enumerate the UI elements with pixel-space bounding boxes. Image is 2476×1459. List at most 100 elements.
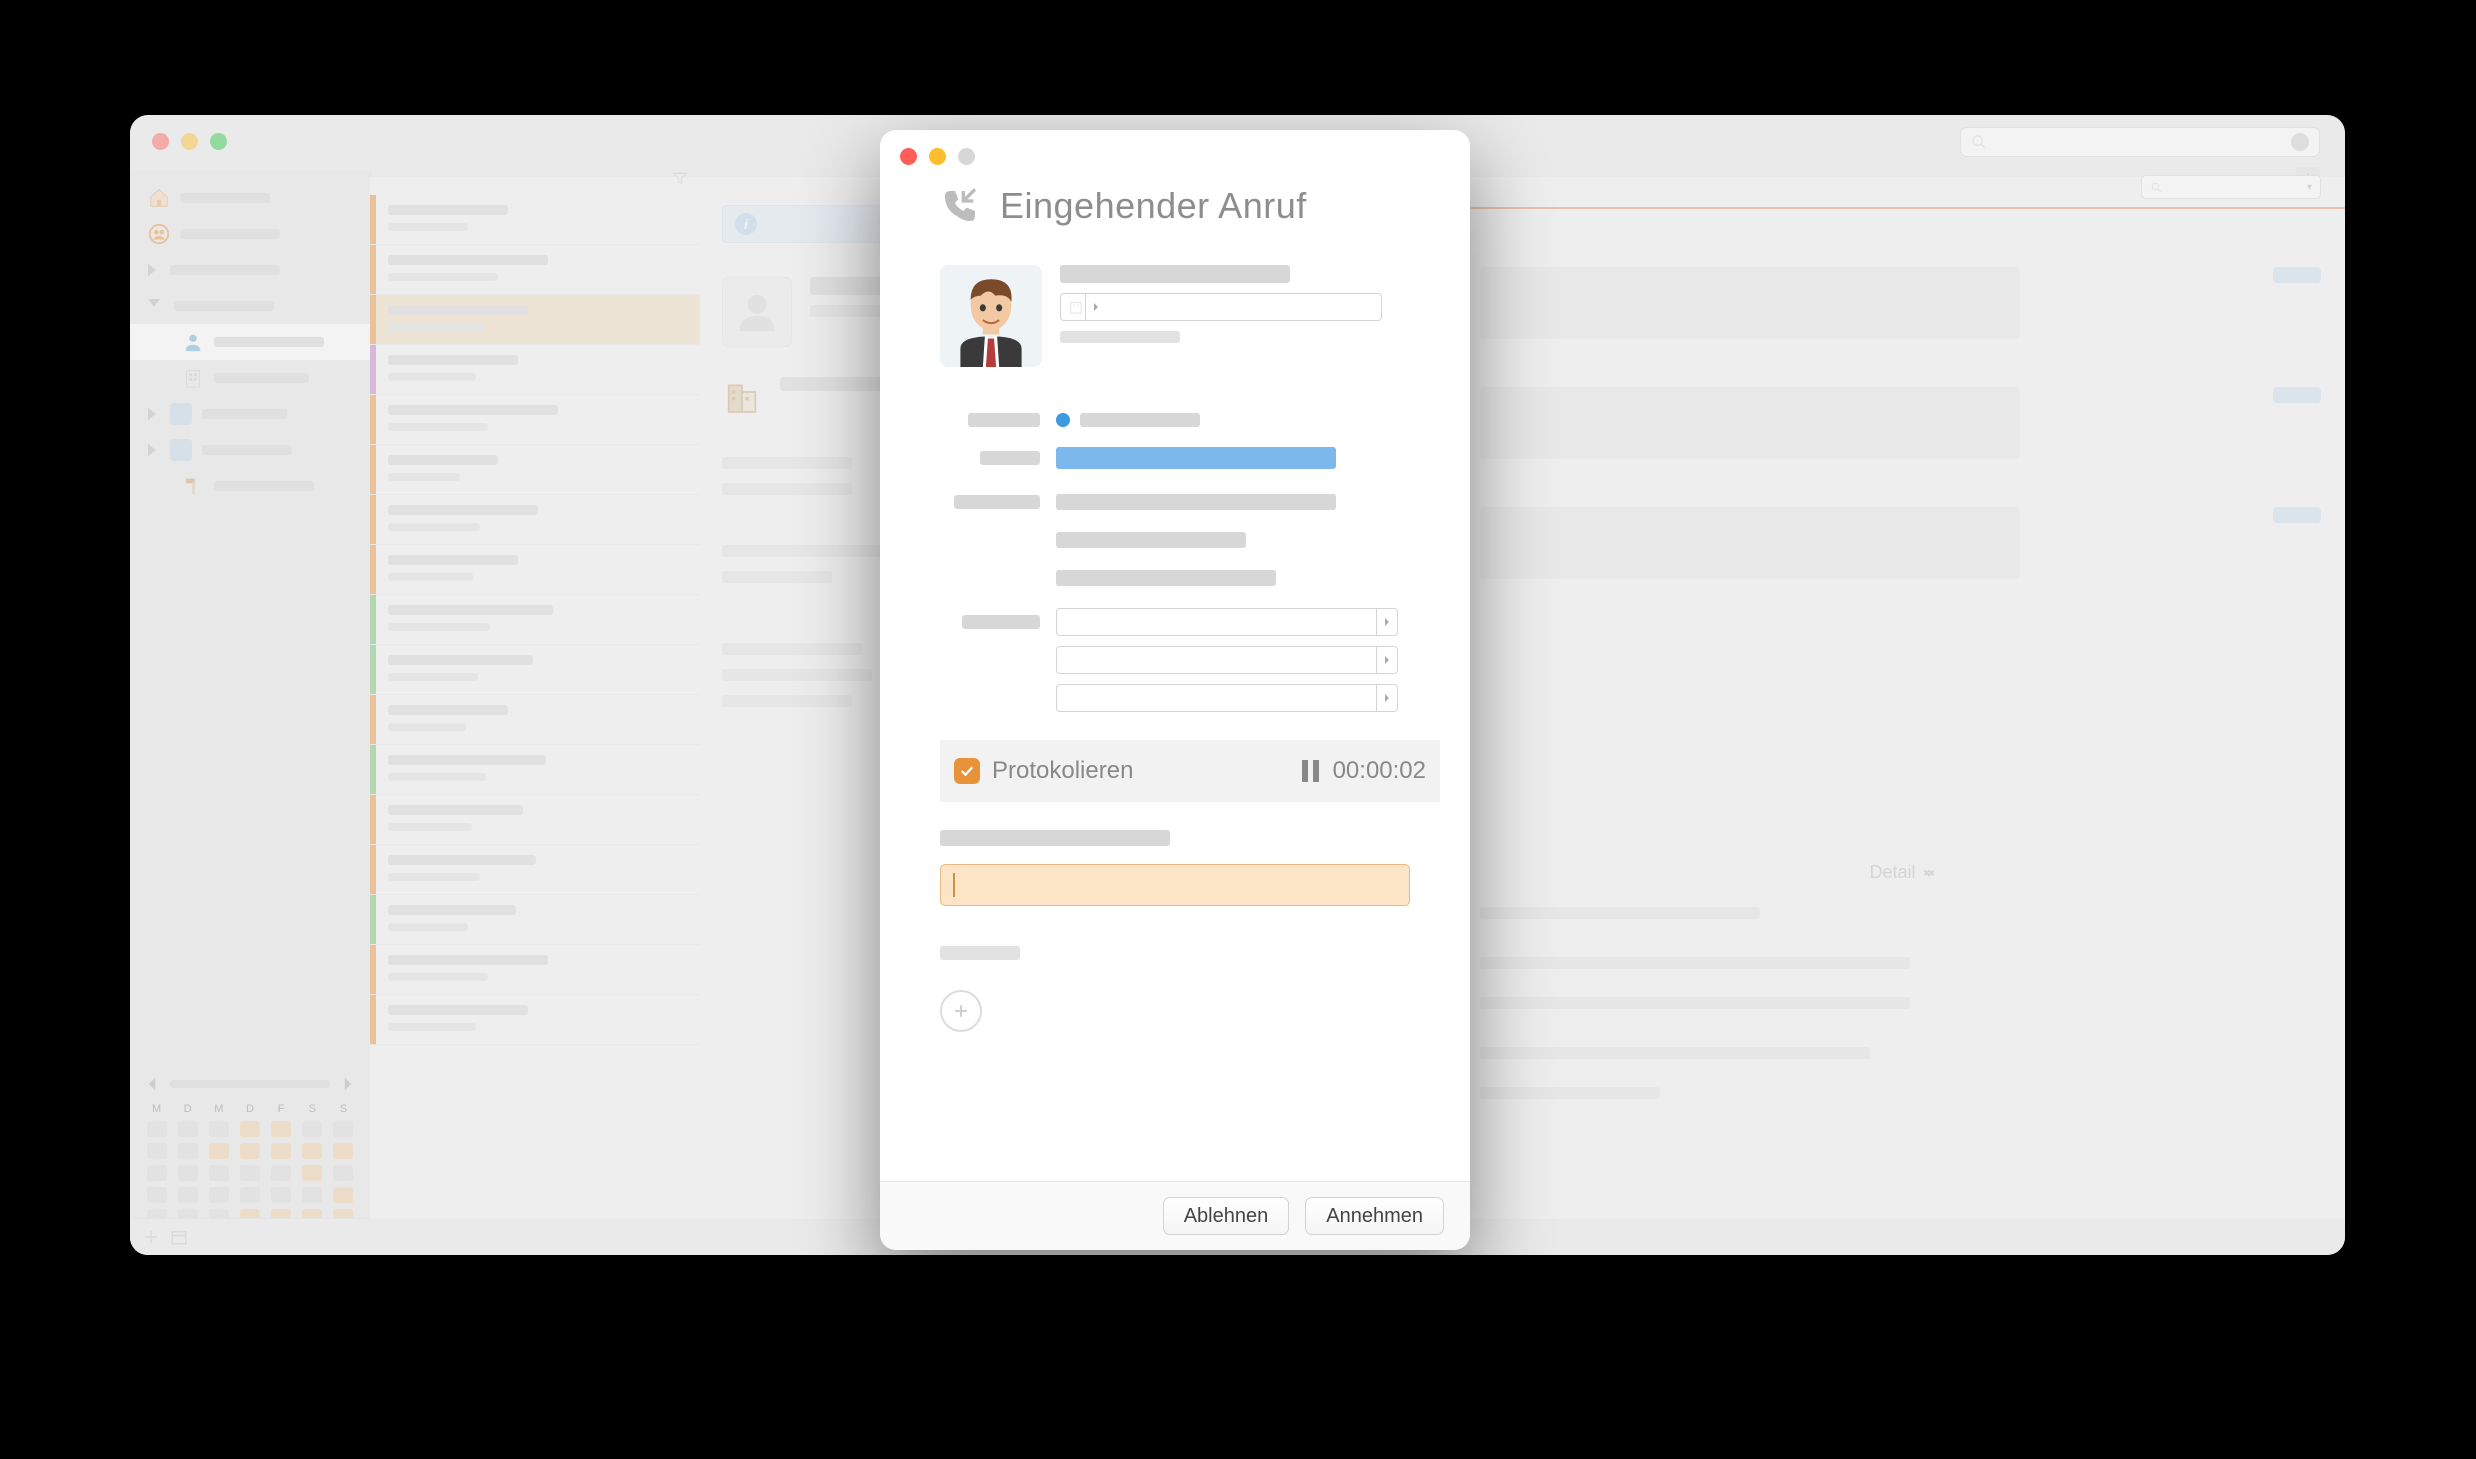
cal-day[interactable]	[333, 1121, 353, 1137]
cal-day[interactable]	[178, 1143, 198, 1159]
nav-group-collapsed[interactable]	[130, 252, 370, 288]
panel-tag	[2273, 507, 2321, 523]
cal-day[interactable]	[302, 1121, 322, 1137]
go-button[interactable]	[1376, 685, 1397, 711]
pause-icon[interactable]	[1302, 760, 1319, 782]
list-item[interactable]	[370, 845, 700, 895]
list-item[interactable]	[370, 245, 700, 295]
list-item[interactable]	[370, 445, 700, 495]
building-icon	[182, 367, 204, 389]
home-icon	[148, 187, 170, 209]
go-button[interactable]	[1085, 294, 1106, 320]
cal-day[interactable]	[240, 1165, 260, 1181]
caller-lookup-field[interactable]	[1060, 293, 1382, 321]
related-field[interactable]	[1056, 684, 1398, 712]
calendar-view-button[interactable]	[170, 1228, 188, 1246]
list-item[interactable]	[370, 395, 700, 445]
note-input[interactable]	[940, 864, 1410, 906]
list-item[interactable]	[370, 495, 700, 545]
protocol-checkbox[interactable]	[954, 758, 980, 784]
cal-day[interactable]	[333, 1143, 353, 1159]
cal-day[interactable]	[209, 1165, 229, 1181]
related-field[interactable]	[1056, 646, 1398, 674]
cal-day[interactable]	[240, 1143, 260, 1159]
go-button[interactable]	[1376, 647, 1397, 673]
close-icon[interactable]	[900, 148, 917, 165]
company-icon	[722, 377, 762, 417]
nav-group-collapsed-2[interactable]	[130, 396, 370, 432]
cal-day[interactable]	[240, 1121, 260, 1137]
panel-block[interactable]	[1480, 507, 2020, 579]
filter-icon[interactable]	[672, 170, 688, 194]
chevron-down-icon: ▾	[2307, 182, 2312, 193]
go-button[interactable]	[1376, 609, 1397, 635]
nav-tools[interactable]	[130, 468, 370, 504]
cal-day[interactable]	[209, 1121, 229, 1137]
cal-dow-header: M D M D F S S	[144, 1103, 356, 1115]
cal-day[interactable]	[271, 1165, 291, 1181]
cal-day[interactable]	[271, 1143, 291, 1159]
nav-people[interactable]	[130, 324, 370, 360]
phone-number-highlight[interactable]	[1056, 447, 1336, 469]
list-item[interactable]	[370, 695, 700, 745]
cal-day[interactable]	[302, 1165, 322, 1181]
panel-tag	[2273, 267, 2321, 283]
cal-month-label	[170, 1080, 330, 1088]
cal-day[interactable]	[209, 1187, 229, 1203]
cal-day[interactable]	[302, 1143, 322, 1159]
list-item[interactable]	[370, 195, 700, 245]
cal-next-button[interactable]	[340, 1076, 356, 1092]
detail-value	[1056, 494, 1336, 510]
minimize-icon[interactable]	[181, 133, 198, 150]
add-attachment-button[interactable]	[940, 990, 982, 1032]
cal-prev-button[interactable]	[144, 1076, 160, 1092]
nav-group-collapsed-3[interactable]	[130, 432, 370, 468]
cal-day[interactable]	[147, 1165, 167, 1181]
list-item[interactable]	[370, 595, 700, 645]
fullscreen-icon[interactable]	[210, 133, 227, 150]
nav-group-open[interactable]	[130, 288, 370, 324]
cal-day[interactable]	[209, 1143, 229, 1159]
cal-day[interactable]	[302, 1187, 322, 1203]
cal-day[interactable]	[333, 1165, 353, 1181]
list-item[interactable]	[370, 995, 700, 1045]
list-item[interactable]	[370, 645, 700, 695]
clear-search-icon[interactable]	[2291, 133, 2309, 151]
nav-home[interactable]	[130, 180, 370, 216]
cal-day[interactable]	[178, 1165, 198, 1181]
cal-day[interactable]	[178, 1187, 198, 1203]
cal-day[interactable]	[271, 1187, 291, 1203]
nav-contacts-group[interactable]	[130, 216, 370, 252]
list-item[interactable]	[370, 295, 700, 345]
cal-day[interactable]	[333, 1187, 353, 1203]
detail-line	[1480, 1087, 1660, 1099]
decline-button[interactable]: Ablehnen	[1163, 1197, 1290, 1235]
minimize-icon[interactable]	[929, 148, 946, 165]
list-item[interactable]	[370, 895, 700, 945]
note-section-label	[940, 830, 1170, 846]
panel-block[interactable]	[1480, 387, 2020, 459]
list-item[interactable]	[370, 545, 700, 595]
cal-day[interactable]	[147, 1143, 167, 1159]
detail-toggle[interactable]: Detail	[1460, 862, 2345, 883]
list-item[interactable]	[370, 745, 700, 795]
sidebar: M D M D F S S	[130, 170, 371, 1255]
add-button[interactable]	[142, 1228, 160, 1246]
right-search[interactable]: ▾	[2141, 175, 2321, 199]
accept-button[interactable]: Annehmen	[1305, 1197, 1444, 1235]
panel-block[interactable]	[1480, 267, 2020, 339]
cal-day[interactable]	[271, 1121, 291, 1137]
related-field[interactable]	[1056, 608, 1398, 636]
close-icon[interactable]	[152, 133, 169, 150]
cal-day[interactable]	[147, 1121, 167, 1137]
cal-day[interactable]	[240, 1187, 260, 1203]
chevron-down-icon	[148, 299, 160, 313]
detail-line	[1480, 997, 1910, 1009]
list-item[interactable]	[370, 345, 700, 395]
list-item[interactable]	[370, 945, 700, 995]
titlebar-search[interactable]	[1960, 127, 2320, 157]
cal-day[interactable]	[147, 1187, 167, 1203]
cal-day[interactable]	[178, 1121, 198, 1137]
list-item[interactable]	[370, 795, 700, 845]
nav-companies[interactable]	[130, 360, 370, 396]
